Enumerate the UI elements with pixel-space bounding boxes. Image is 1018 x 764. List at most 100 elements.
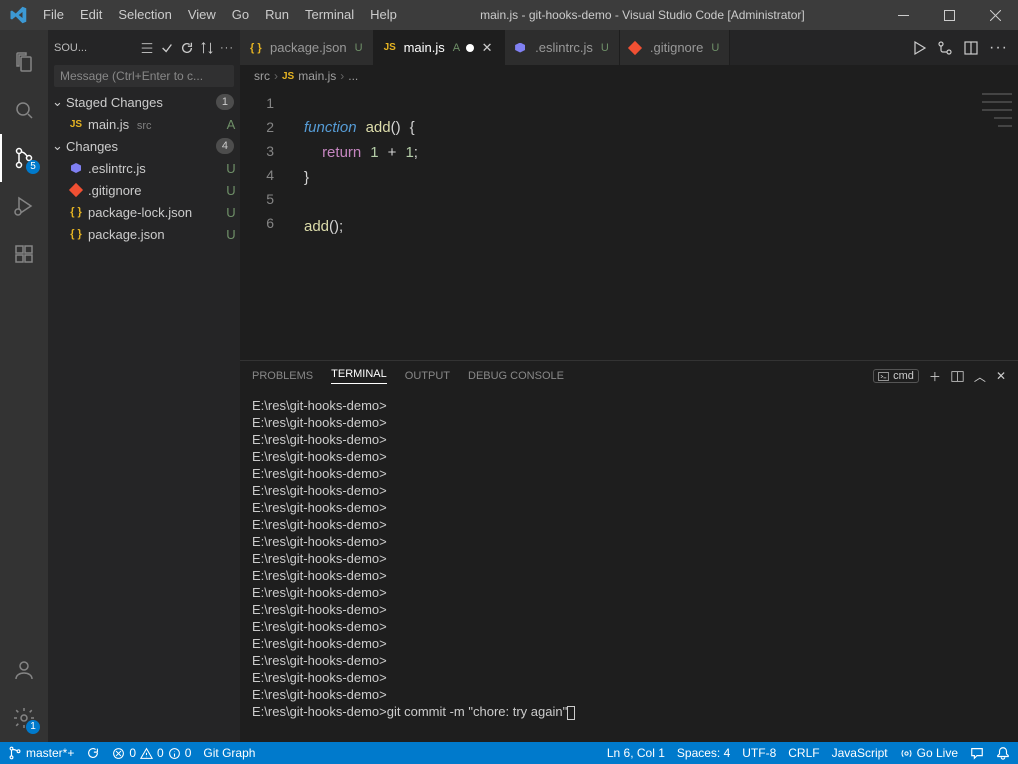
split-icon[interactable] <box>963 40 979 56</box>
file-row[interactable]: .eslintrc.js U <box>48 157 240 179</box>
branch-indicator[interactable]: master*+ <box>8 746 74 760</box>
file-row[interactable]: .gitignore U <box>48 179 240 201</box>
menu-go[interactable]: Go <box>224 0 257 30</box>
file-row[interactable]: JS main.js src A <box>48 113 240 135</box>
panel-tab-terminal[interactable]: TERMINAL <box>331 368 387 384</box>
changes-label: Changes <box>66 139 216 154</box>
app-logo-icon <box>0 6 35 24</box>
code-editor[interactable]: function add() { return 1 + 1; } add(); <box>290 87 948 360</box>
chevron-right-icon: › <box>340 69 344 83</box>
feedback-icon[interactable] <box>970 746 984 760</box>
settings-badge: 1 <box>26 720 40 734</box>
breadcrumb-item[interactable]: src <box>254 69 270 83</box>
debug-icon[interactable] <box>0 182 48 230</box>
terminal-profile[interactable]: cmd <box>873 369 919 383</box>
more-icon[interactable]: ··· <box>989 39 1008 57</box>
file-status: U <box>222 183 240 198</box>
explorer-icon[interactable] <box>0 38 48 86</box>
scm-sidebar: SOU... ··· Message (Ctrl+Enter to c... ⌄… <box>48 30 240 742</box>
more-icon[interactable]: ··· <box>220 42 234 54</box>
indent-indicator[interactable]: Spaces: 4 <box>677 746 730 760</box>
file-status: U <box>222 205 240 220</box>
commit-message-input[interactable]: Message (Ctrl+Enter to c... <box>54 65 234 87</box>
status-bar: master*+ 0 0 0 Git Graph Ln 6, Col 1 Spa… <box>0 742 1018 764</box>
editor-tab[interactable]: { } package.json U <box>240 30 374 65</box>
close-icon[interactable]: ✕ <box>480 40 494 56</box>
menu-edit[interactable]: Edit <box>72 0 110 30</box>
scm-badge: 5 <box>26 160 40 174</box>
json-file-icon: { } <box>68 206 84 218</box>
app-menu: File Edit Selection View Go Run Terminal… <box>35 0 405 30</box>
panel: PROBLEMS TERMINAL OUTPUT DEBUG CONSOLE c… <box>240 360 1018 742</box>
eslint-file-icon <box>515 43 529 53</box>
minimap[interactable] <box>948 87 1018 360</box>
commit-icon[interactable] <box>160 41 174 55</box>
changes-count: 4 <box>216 138 234 154</box>
close-button[interactable] <box>972 0 1018 30</box>
refresh-icon[interactable] <box>180 41 194 55</box>
file-row[interactable]: { } package-lock.json U <box>48 201 240 223</box>
encoding-indicator[interactable]: UTF-8 <box>742 746 776 760</box>
file-name: main.js src <box>88 117 222 132</box>
maximize-button[interactable] <box>926 0 972 30</box>
diff-icon[interactable] <box>937 40 953 56</box>
go-live-button[interactable]: Go Live <box>900 746 958 760</box>
terminal[interactable]: E:\res\git-hooks-demo>E:\res\git-hooks-d… <box>240 391 1018 742</box>
tab-mod-status: U <box>355 42 363 54</box>
file-status: U <box>222 161 240 176</box>
tab-mod-status: U <box>601 42 609 54</box>
staged-count: 1 <box>216 94 234 110</box>
problems-indicator[interactable]: 0 0 0 <box>112 746 191 760</box>
breadcrumb-item[interactable]: ... <box>348 69 358 83</box>
json-file-icon: { } <box>68 228 84 240</box>
js-file-icon: JS <box>384 42 398 53</box>
editor-tab[interactable]: JS main.js A ✕ <box>374 30 506 65</box>
editor-tab[interactable]: .gitignore U <box>620 30 730 65</box>
js-file-icon: JS <box>68 119 84 130</box>
activity-bar: 5 1 <box>0 30 48 742</box>
bell-icon[interactable] <box>996 746 1010 760</box>
run-icon[interactable] <box>911 40 927 56</box>
sync-icon[interactable] <box>86 746 100 760</box>
chevron-up-icon[interactable]: ︿ <box>974 368 986 385</box>
language-indicator[interactable]: JavaScript <box>832 746 888 760</box>
new-terminal-icon[interactable]: ＋ <box>929 368 941 385</box>
line-gutter: 123456 <box>240 87 290 360</box>
menu-file[interactable]: File <box>35 0 72 30</box>
search-icon[interactable] <box>0 86 48 134</box>
menu-selection[interactable]: Selection <box>110 0 179 30</box>
extensions-icon[interactable] <box>0 230 48 278</box>
scm-icon[interactable]: 5 <box>0 134 48 182</box>
file-row[interactable]: { } package.json U <box>48 223 240 245</box>
file-name: .gitignore <box>88 183 222 198</box>
cursor-position[interactable]: Ln 6, Col 1 <box>607 746 665 760</box>
json-file-icon: { } <box>250 42 264 54</box>
split-terminal-icon[interactable] <box>951 370 964 383</box>
menu-run[interactable]: Run <box>257 0 297 30</box>
view-tree-icon[interactable] <box>140 41 154 55</box>
git-graph-button[interactable]: Git Graph <box>203 746 255 760</box>
tab-mod-status: U <box>711 42 719 54</box>
breadcrumbs[interactable]: src › JS main.js › ... <box>240 65 1018 87</box>
js-file-icon: JS <box>282 71 294 82</box>
menu-help[interactable]: Help <box>362 0 405 30</box>
changes-section[interactable]: ⌄ Changes 4 <box>48 135 240 157</box>
staged-changes-section[interactable]: ⌄ Staged Changes 1 <box>48 91 240 113</box>
eol-indicator[interactable]: CRLF <box>788 746 819 760</box>
editor-tab[interactable]: .eslintrc.js U <box>505 30 620 65</box>
panel-tab-problems[interactable]: PROBLEMS <box>252 370 313 382</box>
account-icon[interactable] <box>0 646 48 694</box>
sidebar-header: SOU... ··· <box>48 30 240 65</box>
sort-icon[interactable] <box>200 41 214 55</box>
close-panel-icon[interactable]: ✕ <box>996 369 1006 383</box>
minimize-button[interactable] <box>880 0 926 30</box>
menu-terminal[interactable]: Terminal <box>297 0 362 30</box>
panel-tab-debug[interactable]: DEBUG CONSOLE <box>468 370 564 382</box>
menu-view[interactable]: View <box>180 0 224 30</box>
breadcrumb-item[interactable]: main.js <box>298 69 336 83</box>
chevron-down-icon: ⌄ <box>52 138 66 154</box>
file-name: package-lock.json <box>88 205 222 220</box>
settings-icon[interactable]: 1 <box>0 694 48 742</box>
panel-tab-output[interactable]: OUTPUT <box>405 370 450 382</box>
eslint-file-icon <box>68 163 84 173</box>
